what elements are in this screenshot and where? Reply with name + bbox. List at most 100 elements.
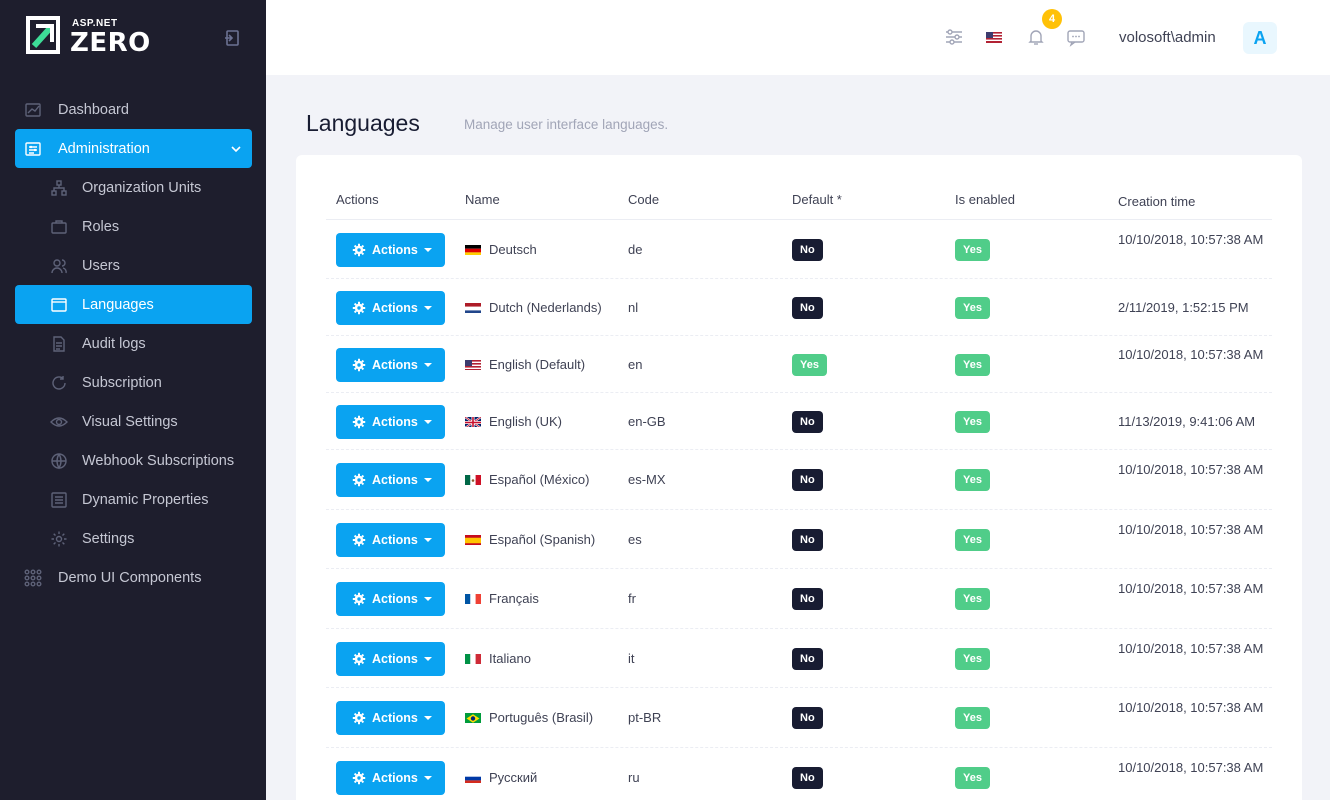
chart-icon [24,101,42,119]
chat-icon[interactable] [1066,27,1086,47]
document-icon [50,335,68,353]
actions-dropdown-button[interactable]: Actions [336,701,445,735]
languages-card: Actions Name Code Default * Is enabled C… [296,155,1302,800]
user-name[interactable]: volosoft\admin [1119,29,1216,46]
header-code[interactable]: Code [628,192,659,207]
sidebar-item-users[interactable]: Users [15,246,252,285]
sidebar-item-settings[interactable]: Settings [15,519,252,558]
sidebar-item-audit-logs[interactable]: Audit logs [15,324,252,363]
page-title: Languages [306,110,420,136]
default-status-badge: No [792,411,823,433]
sidebar-item-administration[interactable]: Administration [15,129,252,168]
gear-icon [352,415,366,429]
avatar[interactable]: A [1243,22,1277,54]
window-icon [50,296,68,314]
caret-down-icon [423,363,432,367]
language-code: fr [628,591,636,606]
sidebar-item-subscription[interactable]: Subscription [15,363,252,402]
briefcase-icon [50,218,68,236]
enabled-status-badge: Yes [955,707,990,729]
sidebar-item-label: Settings [82,530,135,547]
sidebar-item-label: Users [82,257,120,274]
sidebar-item-label: Dynamic Properties [82,491,209,508]
sidebar-item-visual-settings[interactable]: Visual Settings [15,402,252,441]
sidebar-item-demo-ui-components[interactable]: Demo UI Components [15,558,252,597]
language-name-cell: Italiano [465,651,531,666]
language-name: Dutch (Nederlands) [489,300,602,315]
actions-label: Actions [372,301,418,315]
admin-icon [24,140,42,158]
actions-dropdown-button[interactable]: Actions [336,761,445,795]
caret-down-icon [423,306,432,310]
actions-dropdown-button[interactable]: Actions [336,348,445,382]
language-name-cell: English (UK) [465,414,562,429]
actions-dropdown-button[interactable]: Actions [336,405,445,439]
actions-label: Actions [372,358,418,372]
sidebar-item-label: Administration [58,140,150,157]
enabled-status-badge: Yes [955,648,990,670]
sidebar: ASP.NET ZERO Dashboard Administration Orga… [0,0,266,800]
actions-dropdown-button[interactable]: Actions [336,523,445,557]
language-flag-icon[interactable] [986,30,1006,50]
sidebar-item-label: Languages [82,296,154,313]
language-code: de [628,242,643,257]
gear-icon [352,301,366,315]
quick-settings-icon[interactable] [944,27,964,47]
bell-icon[interactable] [1026,27,1046,47]
sidebar-item-label: Dashboard [58,101,129,118]
creation-time: 10/10/2018, 10:57:38 AM [1118,522,1264,537]
enabled-status-badge: Yes [955,469,990,491]
actions-dropdown-button[interactable]: Actions [336,291,445,325]
language-code: pt-BR [628,710,662,725]
header-enabled[interactable]: Is enabled [955,192,1015,207]
flag-br-icon [465,712,481,723]
language-name-cell: Español (Spanish) [465,532,595,547]
sidebar-collapse-icon[interactable] [222,28,242,48]
default-status-badge: No [792,588,823,610]
table-row: Actions Português (Brasil) pt-BR No Yes 10/10… [326,688,1272,748]
flag-fr-icon [465,593,481,604]
sidebar-menu: Dashboard Administration Organization Unit… [15,90,252,597]
table-row: Actions Français fr No Yes 10/10/2018, 10:57:… [326,569,1272,629]
actions-dropdown-button[interactable]: Actions [336,233,445,267]
sidebar-item-webhook-subscriptions[interactable]: Webhook Subscriptions [15,441,252,480]
language-name-cell: Русский [465,770,537,785]
header-name[interactable]: Name [465,192,500,207]
notification-count-badge: 4 [1042,9,1062,29]
enabled-status-badge: Yes [955,297,990,319]
actions-label: Actions [372,652,418,666]
sidebar-item-organization-units[interactable]: Organization Units [15,168,252,207]
sidebar-item-label: Subscription [82,374,162,391]
header-creation-time[interactable]: Creation time [1118,192,1268,212]
actions-label: Actions [372,533,418,547]
language-name-cell: Dutch (Nederlands) [465,300,602,315]
gear-icon [352,473,366,487]
actions-dropdown-button[interactable]: Actions [336,582,445,616]
creation-time: 10/10/2018, 10:57:38 AM [1118,641,1264,656]
creation-time: 10/10/2018, 10:57:38 AM [1118,347,1264,362]
caret-down-icon [423,538,432,542]
header-default[interactable]: Default * [792,192,842,207]
default-status-badge: No [792,239,823,261]
globe-icon [50,452,68,470]
flag-it-icon [465,653,481,664]
language-code: it [628,651,635,666]
header-actions[interactable]: Actions [336,192,379,207]
actions-dropdown-button[interactable]: Actions [336,463,445,497]
actions-dropdown-button[interactable]: Actions [336,642,445,676]
gear-icon [352,358,366,372]
sidebar-item-languages[interactable]: Languages [15,285,252,324]
sidebar-item-dashboard[interactable]: Dashboard [15,90,252,129]
sidebar-item-label: Visual Settings [82,413,178,430]
language-name: Italiano [489,651,531,666]
actions-label: Actions [372,243,418,257]
eye-icon [50,413,68,431]
sidebar-item-roles[interactable]: Roles [15,207,252,246]
table-row: Actions Deutsch de No Yes 10/10/2018, 10:57:3… [326,220,1272,279]
language-code: es-MX [628,472,666,487]
language-name: Русский [489,770,538,785]
sidebar-item-dynamic-properties[interactable]: Dynamic Properties [15,480,252,519]
brand-logo[interactable]: ASP.NET ZERO [26,16,156,60]
language-name-cell: Français [465,591,539,606]
language-name-cell: Português (Brasil) [465,710,593,725]
